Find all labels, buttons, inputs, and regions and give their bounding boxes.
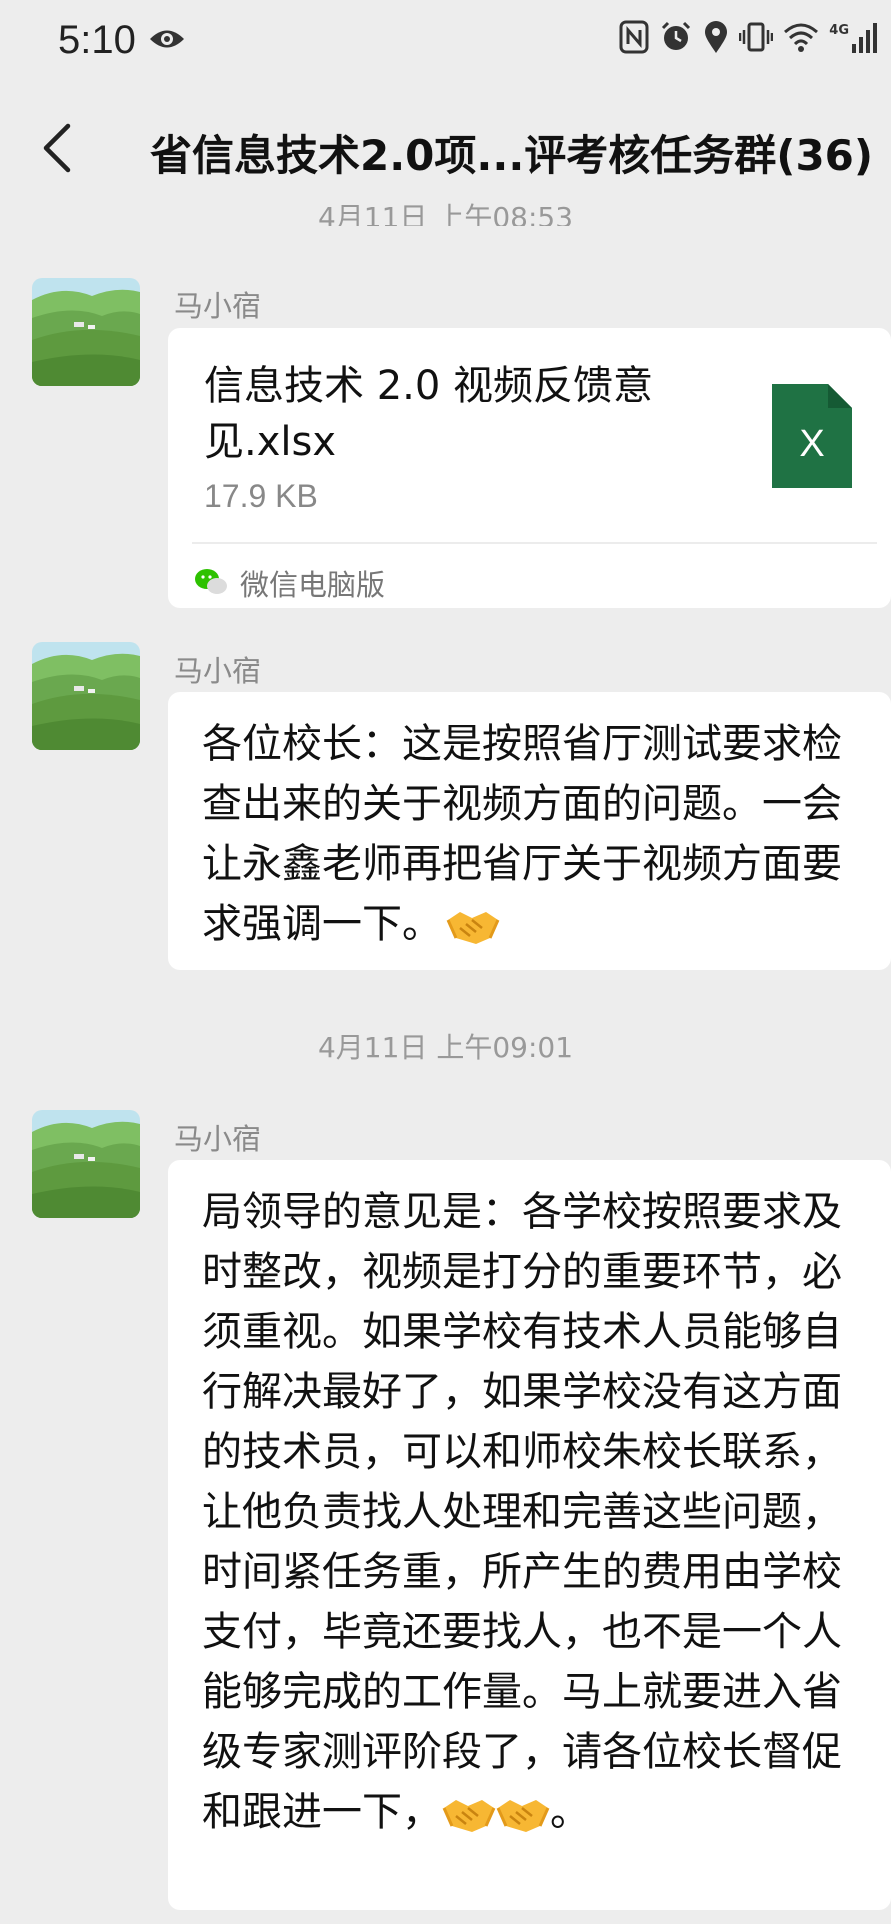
text-message[interactable]: 各位校长：这是按照省厅测试要求检查出来的关于视频方面的问题。一会让永鑫老师再把省… <box>168 692 891 970</box>
chat-title: 省信息技术2.0项...评考核任务群(36) <box>150 131 874 180</box>
avatar-landscape-image <box>32 1110 140 1218</box>
handshake-emoji <box>496 1800 550 1832</box>
text-message[interactable]: 局领导的意见是：各学校按照要求及时整改，视频是打分的重要环节，必须重视。如果学校… <box>168 1160 891 1910</box>
sender-name: 马小宿 <box>174 1122 262 1156</box>
avatar-landscape-image <box>32 642 140 750</box>
chat-header: 省信息技术2.0项...评考核任务群(36) <box>0 84 891 210</box>
status-icons: 4G <box>619 20 877 54</box>
sender-name: 马小宿 <box>174 289 262 323</box>
avatar[interactable] <box>32 642 140 750</box>
file-name: 信息技术 2.0 视频反馈意见.xlsx <box>204 363 654 465</box>
wechat-icon <box>195 569 227 594</box>
excel-file-icon: X <box>772 384 852 488</box>
status-bar: 5:10 4G <box>0 0 891 84</box>
avatar-landscape-image <box>32 278 140 386</box>
timestamp-divider: 4月11日 上午09:01 <box>317 1031 574 1064</box>
file-source-label: 微信电脑版 <box>240 568 386 602</box>
nfc-icon <box>619 20 649 54</box>
file-size: 17.9 KB <box>204 478 318 514</box>
message-text: 局领导的意见是：各学校按照要求及时整改，视频是打分的重要环节，必须重视。如果学校… <box>202 1189 842 1835</box>
excel-badge: X <box>799 423 824 465</box>
vibrate-icon <box>739 22 774 52</box>
location-icon <box>705 21 728 53</box>
timestamp-top: 4月11日 上午08:53 <box>317 201 574 226</box>
avatar[interactable] <box>32 1110 140 1218</box>
wifi-icon <box>784 23 819 52</box>
file-divider <box>192 542 877 544</box>
message-text: 各位校长：这是按照省厅测试要求检查出来的关于视频方面的问题。一会让永鑫老师再把省… <box>202 721 842 947</box>
back-arrow-icon[interactable] <box>38 120 78 176</box>
avatar[interactable] <box>32 278 140 386</box>
file-message[interactable]: 信息技术 2.0 视频反馈意见.xlsx 17.9 KB X 微信电脑版 <box>168 328 891 608</box>
signal-icon <box>852 23 877 53</box>
handshake-emoji <box>446 912 500 944</box>
sender-name: 马小宿 <box>174 654 262 688</box>
alarm-icon <box>662 21 691 50</box>
eye-icon <box>150 30 184 48</box>
handshake-emoji <box>442 1800 496 1832</box>
network-label: 4G <box>829 22 849 38</box>
status-time: 5:10 <box>58 18 136 62</box>
